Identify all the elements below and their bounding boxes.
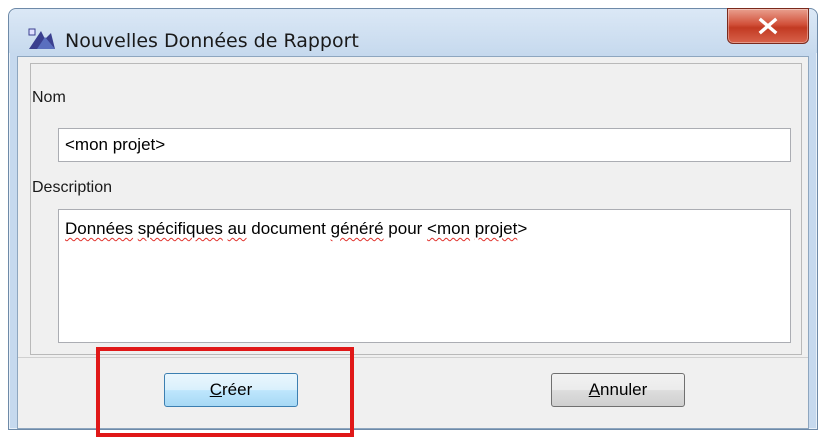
description-label: Description — [32, 179, 113, 196]
close-button[interactable] — [727, 8, 809, 44]
name-input[interactable]: <mon projet> — [58, 128, 791, 162]
cancel-label-rest: nnuler — [600, 380, 648, 399]
cancel-button[interactable]: Annuler — [551, 373, 685, 407]
title-bar[interactable]: Nouvelles Données de Rapport — [9, 8, 817, 53]
name-label: Nom — [32, 89, 66, 106]
highlight-annotation — [96, 347, 354, 437]
cancel-mnemonic: A — [588, 380, 601, 399]
close-icon — [758, 17, 778, 35]
report-app-icon — [28, 28, 55, 49]
description-textarea[interactable]: Données spécifiques au document généré p… — [58, 209, 791, 343]
window-title: Nouvelles Données de Rapport — [65, 30, 359, 52]
